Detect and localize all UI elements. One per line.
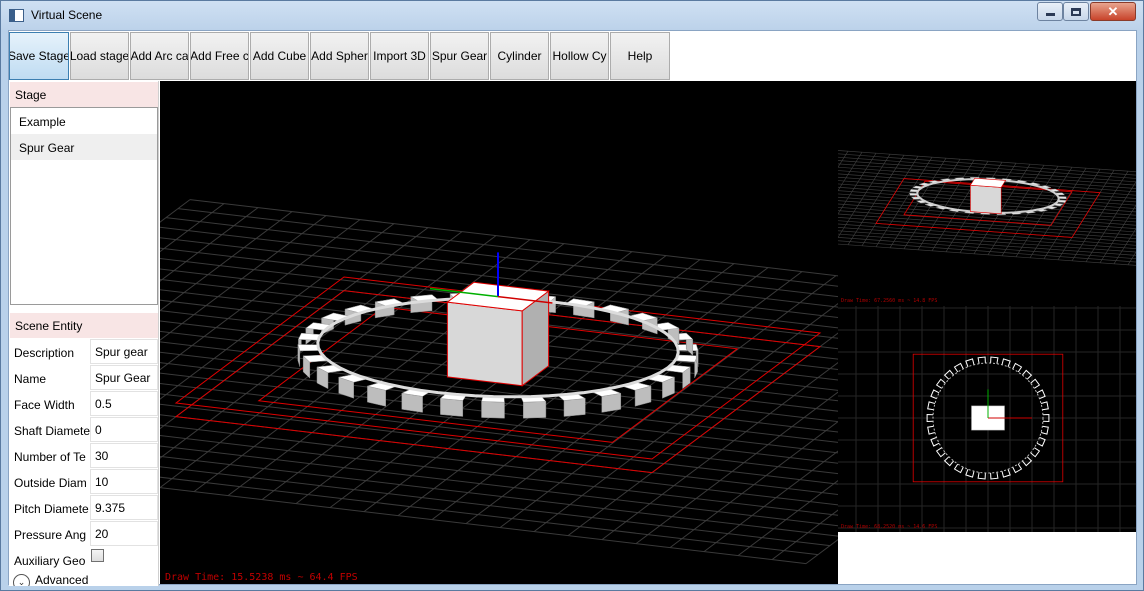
gear-tooth-side xyxy=(440,398,464,417)
gear-tooth xyxy=(943,456,954,467)
gear-tooth xyxy=(927,401,936,411)
stage-header: Stage xyxy=(10,82,158,107)
shaft-diameter-label: Shaft Diamete xyxy=(14,424,90,438)
perspective-scene[interactable] xyxy=(160,81,838,584)
pressure-angle-label: Pressure Ang xyxy=(14,528,87,542)
gear-tooth xyxy=(1022,456,1033,467)
name-label: Name xyxy=(14,372,47,386)
number-of-teeth-label: Number of Te xyxy=(14,450,86,464)
auxiliary-geometry-label: Auxiliary Geo xyxy=(14,554,86,568)
help-button[interactable]: Help xyxy=(610,32,670,80)
stage-list[interactable]: Example Spur Gear xyxy=(10,107,158,305)
add-arc-button[interactable]: Add Arc ca xyxy=(130,32,189,80)
cube-front xyxy=(446,301,523,387)
gear-tooth-side xyxy=(481,401,505,419)
auxiliary-geometry-checkbox[interactable] xyxy=(91,549,104,562)
face-width-label: Face Width xyxy=(14,398,75,412)
title-bar[interactable]: Virtual Scene ✕ xyxy=(1,1,1143,30)
grid-line xyxy=(160,487,807,565)
toolbar: Save Stage Load stage Add Arc ca Add Fre… xyxy=(9,31,1136,81)
import-3d-button[interactable]: Import 3D xyxy=(370,32,429,80)
grid-line xyxy=(160,199,191,223)
gear-tooth-side xyxy=(523,401,547,419)
top-scene[interactable] xyxy=(838,81,1136,306)
grid-line xyxy=(805,538,838,565)
advanced-expander[interactable]: ⌄ Advanced xyxy=(10,574,158,586)
gear-tooth xyxy=(953,362,964,373)
gear-tooth xyxy=(943,369,954,380)
name-field[interactable]: Spur Gear xyxy=(90,365,158,390)
close-button[interactable]: ✕ xyxy=(1090,2,1136,21)
maximize-button[interactable] xyxy=(1063,2,1089,21)
minimize-icon xyxy=(1045,13,1055,16)
property-row-number-of-teeth: Number of Te 30 xyxy=(10,443,158,469)
grid-line xyxy=(669,420,838,549)
add-free-button[interactable]: Add Free c xyxy=(190,32,249,80)
number-of-teeth-field[interactable]: 30 xyxy=(90,443,158,468)
top-viewport[interactable]: Draw Time: 67.2560 ms ~ 14.8 FPS xyxy=(838,81,1136,306)
load-stage-button[interactable]: Load stage xyxy=(70,32,129,80)
stage-item-spur-gear[interactable]: Spur Gear xyxy=(11,134,157,160)
gear-tooth xyxy=(1022,369,1033,380)
app-icon xyxy=(9,9,24,22)
gear-tooth xyxy=(953,463,964,474)
minimize-button[interactable] xyxy=(1037,2,1063,21)
left-panel: Stage Example Spur Gear Scene Entity Des… xyxy=(9,81,159,586)
spur-gear-button[interactable]: Spur Gear xyxy=(430,32,489,80)
outside-diameter-label: Outside Diam xyxy=(14,476,87,490)
viewport-blank-area xyxy=(838,532,1136,584)
grid-line xyxy=(838,240,1136,263)
face-width-field[interactable]: 0.5 xyxy=(90,391,158,416)
gear-tooth xyxy=(927,425,936,435)
scene-entity-header: Scene Entity xyxy=(10,313,158,338)
hollow-cylinder-button[interactable]: Hollow Cy xyxy=(550,32,609,80)
property-row-description: Description Spur gear xyxy=(10,339,158,365)
pitch-diameter-label: Pitch Diamete xyxy=(14,502,89,516)
plan-viewport[interactable]: Draw Time: 68.2520 ms ~ 14.6 FPS xyxy=(838,306,1136,532)
property-row-name: Name Spur Gear xyxy=(10,365,158,391)
app-window: Virtual Scene ✕ Save Stage Load stage Ad… xyxy=(0,0,1144,591)
plan-scene[interactable] xyxy=(838,306,1136,532)
plan-draw-time-status: Draw Time: 68.2520 ms ~ 14.6 FPS xyxy=(841,524,938,530)
outside-diameter-field[interactable]: 10 xyxy=(90,469,158,494)
property-row-pitch-diameter: Pitch Diamete 9.375 xyxy=(10,495,158,521)
add-cube-button[interactable]: Add Cube xyxy=(250,32,309,80)
property-row-shaft-diameter: Shaft Diamete 0 xyxy=(10,417,158,443)
client-area: Save Stage Load stage Add Arc ca Add Fre… xyxy=(8,30,1137,586)
description-label: Description xyxy=(14,346,75,360)
gear-tooth xyxy=(1012,463,1023,474)
grid-line xyxy=(160,211,293,312)
description-field[interactable]: Spur gear xyxy=(90,339,158,364)
property-row-face-width: Face Width 0.5 xyxy=(10,391,158,417)
chevron-down-icon[interactable]: ⌄ xyxy=(13,574,30,586)
pressure-angle-field[interactable]: 20 xyxy=(90,521,158,546)
property-row-pressure-angle: Pressure Ang 20 xyxy=(10,521,158,547)
maximize-icon xyxy=(1071,7,1081,16)
stage-item-example[interactable]: Example xyxy=(11,108,157,134)
gear-tooth xyxy=(990,472,999,480)
gear-tooth xyxy=(1040,401,1049,411)
draw-time-status: Draw Time: 15.5238 ms ~ 64.4 FPS xyxy=(165,572,358,583)
pitch-diameter-field[interactable]: 9.375 xyxy=(90,495,158,520)
gear-tooth xyxy=(1012,362,1023,373)
close-icon: ✕ xyxy=(1107,3,1119,19)
add-sphere-button[interactable]: Add Spher xyxy=(310,32,369,80)
grid-line xyxy=(703,450,838,553)
property-row-outside-diameter: Outside Diam 10 xyxy=(10,469,158,495)
gear-tooth xyxy=(977,356,986,364)
gear-tooth xyxy=(297,344,320,352)
gear-tooth xyxy=(990,356,999,364)
grid-line xyxy=(160,445,838,527)
cylinder-button[interactable]: Cylinder xyxy=(490,32,549,80)
advanced-label: Advanced xyxy=(35,574,89,586)
gear-tooth-side xyxy=(563,398,586,417)
cube-front xyxy=(970,184,1002,215)
property-row-auxiliary: Auxiliary Geo xyxy=(10,547,158,573)
perspective-viewport[interactable]: Draw Time: 15.5238 ms ~ 64.4 FPS xyxy=(160,81,838,584)
gear-tooth xyxy=(1001,469,1011,478)
save-stage-button[interactable]: Save Stage xyxy=(9,32,69,80)
window-title: Virtual Scene xyxy=(31,8,103,22)
shaft-diameter-field[interactable]: 0 xyxy=(90,417,158,442)
top-draw-time-status: Draw Time: 67.2560 ms ~ 14.8 FPS xyxy=(841,298,938,304)
